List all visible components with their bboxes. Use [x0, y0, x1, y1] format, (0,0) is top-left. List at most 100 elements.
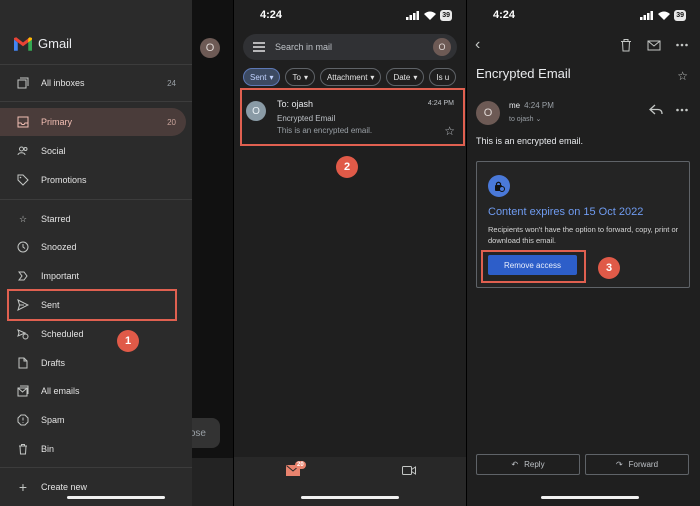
chevron-down-icon: ▾ — [269, 72, 274, 82]
status-icons: 39 — [406, 10, 452, 21]
reply-icon[interactable] — [649, 104, 663, 116]
chevron-down-icon: ▾ — [303, 72, 308, 82]
sidebar-item-primary[interactable]: Primary 20 — [0, 108, 186, 136]
count-badge: 24 — [167, 78, 176, 88]
inbox-behind-drawer: O ose — [182, 0, 233, 506]
chip-date[interactable]: Date ▾ — [386, 68, 425, 86]
sidebar-item-label: Spam — [41, 415, 65, 425]
sidebar-item-snoozed[interactable]: Snoozed — [0, 233, 192, 261]
gmail-m-icon — [14, 36, 32, 51]
trash-icon — [16, 442, 30, 456]
scheduled-icon — [16, 327, 30, 341]
recipient-text: to ojash — [509, 116, 534, 123]
email-highlight-box — [240, 88, 465, 146]
sent-highlight-box — [7, 289, 177, 321]
navigation-drawer: Gmail All inboxes 24 Primary 20 Social P… — [0, 0, 192, 506]
sidebar-item-label: Important — [41, 271, 80, 281]
status-time: 4:24 — [260, 9, 283, 21]
sender-time: 4:24 PM — [524, 101, 554, 110]
divider — [0, 467, 192, 468]
sidebar-item-label: Starred — [41, 214, 71, 224]
reply-button[interactable]: ↶ Reply — [476, 454, 580, 475]
star-icon: ☆ — [18, 213, 28, 224]
tag-icon — [16, 173, 30, 187]
sidebar-item-promotions[interactable]: Promotions — [0, 166, 192, 194]
search-placeholder: Search in mail — [275, 42, 333, 52]
account-avatar[interactable]: O — [433, 38, 451, 56]
more-options-icon[interactable] — [675, 104, 689, 116]
reply-icon: ↶ — [511, 460, 519, 469]
spam-icon — [16, 413, 30, 427]
recipient-details[interactable]: to ojash ⌄ — [509, 115, 541, 123]
back-arrow-icon[interactable]: ‹ — [475, 36, 480, 54]
step-2-marker: 2 — [336, 156, 358, 178]
status-time: 4:24 — [493, 9, 516, 21]
home-indicator — [301, 496, 399, 499]
sidebar-item-all-emails[interactable]: All emails — [0, 377, 192, 405]
draft-icon — [16, 356, 30, 370]
detail-toolbar: ‹ — [467, 36, 700, 56]
step-3-marker: 3 — [598, 257, 620, 279]
remove-access-highlight-box — [481, 250, 586, 283]
sidebar-item-label: Scheduled — [41, 329, 84, 339]
mail-icon[interactable] — [647, 38, 661, 52]
sidebar-item-bin[interactable]: Bin — [0, 435, 192, 463]
bottom-tab-bar: 20 — [234, 457, 466, 506]
account-avatar[interactable]: O — [200, 38, 220, 58]
lock-clock-icon — [488, 175, 510, 197]
gmail-logo: Gmail — [14, 36, 72, 51]
clock-icon — [16, 240, 30, 254]
star-icon[interactable]: ☆ — [677, 69, 688, 83]
battery-icon: 39 — [440, 10, 452, 21]
divider — [0, 199, 192, 200]
sidebar-item-label: Bin — [41, 444, 55, 454]
sidebar-item-label: All inboxes — [41, 78, 85, 88]
chevron-down-icon: ⌄ — [535, 116, 542, 123]
chip-is-unread[interactable]: Is u — [429, 68, 457, 86]
sidebar-item-spam[interactable]: Spam — [0, 406, 192, 434]
sidebar-item-starred[interactable]: ☆ Starred — [0, 205, 192, 233]
chip-label: Attachment — [326, 72, 368, 82]
video-tab-icon[interactable] — [402, 465, 416, 476]
forward-button[interactable]: ↷ Forward — [585, 454, 689, 475]
sidebar-item-all-inboxes[interactable]: All inboxes 24 — [0, 69, 192, 97]
people-icon — [16, 144, 30, 158]
all-inboxes-icon — [16, 76, 30, 90]
bottom-tab-bar — [192, 458, 233, 506]
home-indicator — [67, 496, 165, 499]
sidebar-item-scheduled[interactable]: Scheduled — [0, 320, 192, 348]
all-mail-icon — [16, 384, 30, 398]
chip-attachment[interactable]: Attachment ▾ — [319, 68, 382, 86]
status-bar: 4:24 39 — [234, 9, 466, 25]
important-icon — [16, 269, 30, 283]
sent-inbox-panel: 4:24 39 Search in mail O Sent ▾ To ▾ Attac… — [234, 0, 466, 506]
trash-icon[interactable] — [619, 38, 633, 52]
sidebar-item-label: All emails — [41, 386, 80, 396]
sender-avatar: O — [476, 101, 500, 125]
reply-label: Reply — [524, 460, 545, 469]
chip-label: Is u — [436, 72, 450, 82]
hamburger-menu-icon[interactable] — [253, 42, 265, 52]
wifi-icon — [424, 11, 437, 20]
step-1-marker: 1 — [117, 330, 139, 352]
sidebar-item-label: Social — [41, 146, 66, 156]
email-body: This is an encrypted email. — [476, 136, 584, 146]
card-title: Content expires on 15 Oct 2022 — [488, 206, 644, 218]
sidebar-item-drafts[interactable]: Drafts — [0, 349, 192, 377]
chip-label: Date — [393, 72, 411, 82]
chip-label: Sent — [250, 72, 267, 82]
mail-count-badge: 20 — [295, 461, 306, 469]
wifi-icon — [658, 11, 671, 20]
signal-icon — [406, 11, 420, 20]
chip-to[interactable]: To ▾ — [285, 68, 315, 86]
inbox-icon — [16, 115, 30, 129]
search-bar[interactable]: Search in mail O — [243, 34, 457, 60]
more-options-icon[interactable] — [675, 38, 689, 52]
email-detail-panel: 4:24 39 ‹ Encrypted Email ☆ O me 4:24 PM … — [467, 0, 700, 506]
sidebar-item-important[interactable]: Important — [0, 262, 192, 290]
sidebar-item-label: Drafts — [41, 358, 66, 368]
sender-name: me — [509, 101, 521, 110]
sidebar-item-social[interactable]: Social — [0, 137, 192, 165]
chip-sent[interactable]: Sent ▾ — [243, 68, 281, 86]
sidebar-item-label: Create new — [41, 482, 88, 492]
